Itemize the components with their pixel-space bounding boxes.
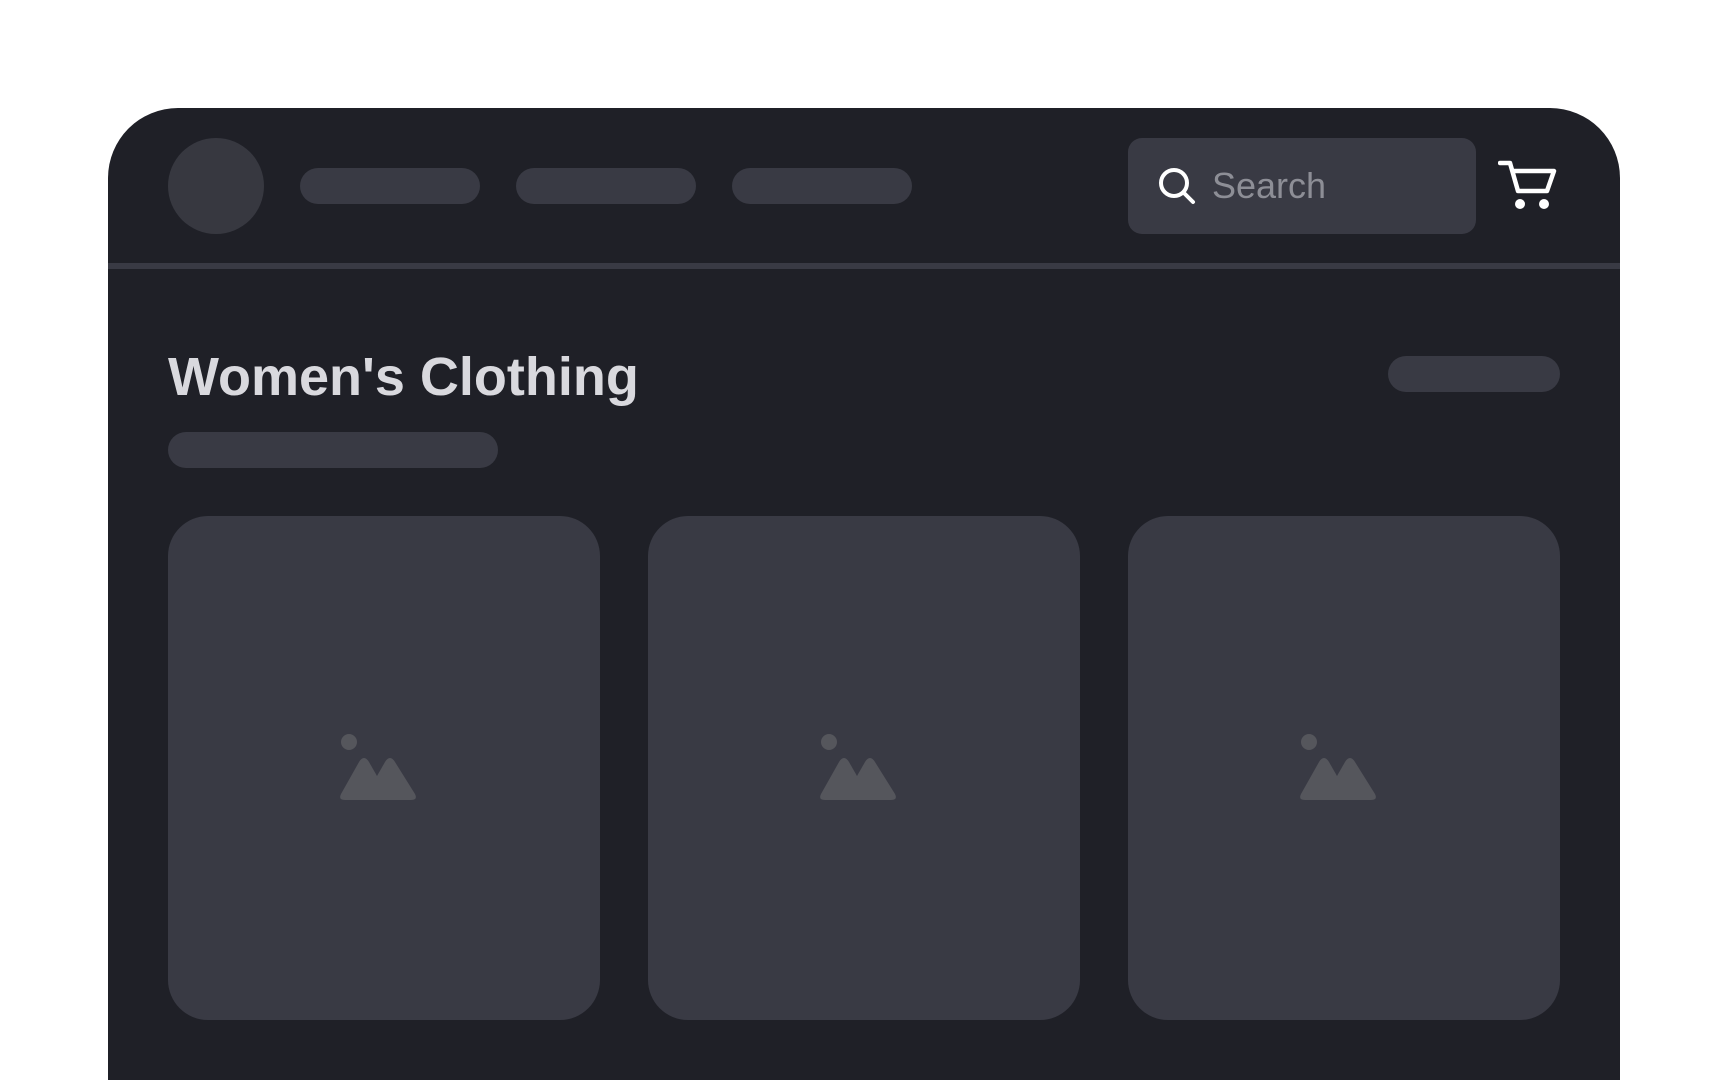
nav-link-placeholder-3[interactable] [732, 168, 912, 204]
search-box[interactable] [1128, 138, 1476, 234]
cart-icon [1498, 160, 1557, 209]
page-title: Women's Clothing [168, 347, 639, 407]
search-icon [1159, 168, 1195, 204]
image-placeholder-icon [340, 734, 416, 800]
nav-link-placeholder-1[interactable] [300, 168, 480, 204]
product-card[interactable] [1128, 516, 1560, 1020]
search-input[interactable] [1212, 156, 1452, 216]
image-placeholder-icon [1300, 734, 1376, 800]
product-card[interactable] [168, 516, 600, 1020]
subtitle-placeholder [168, 432, 498, 468]
product-card[interactable] [648, 516, 1080, 1020]
logo-placeholder[interactable] [168, 138, 264, 234]
image-placeholder-icon [820, 734, 896, 800]
cart-button[interactable] [1498, 158, 1558, 214]
app-window: Women's Clothing [108, 108, 1620, 1080]
title-action-placeholder[interactable] [1388, 356, 1560, 392]
header-divider [108, 263, 1620, 269]
top-navigation-bar [108, 108, 1620, 264]
nav-link-placeholder-2[interactable] [516, 168, 696, 204]
